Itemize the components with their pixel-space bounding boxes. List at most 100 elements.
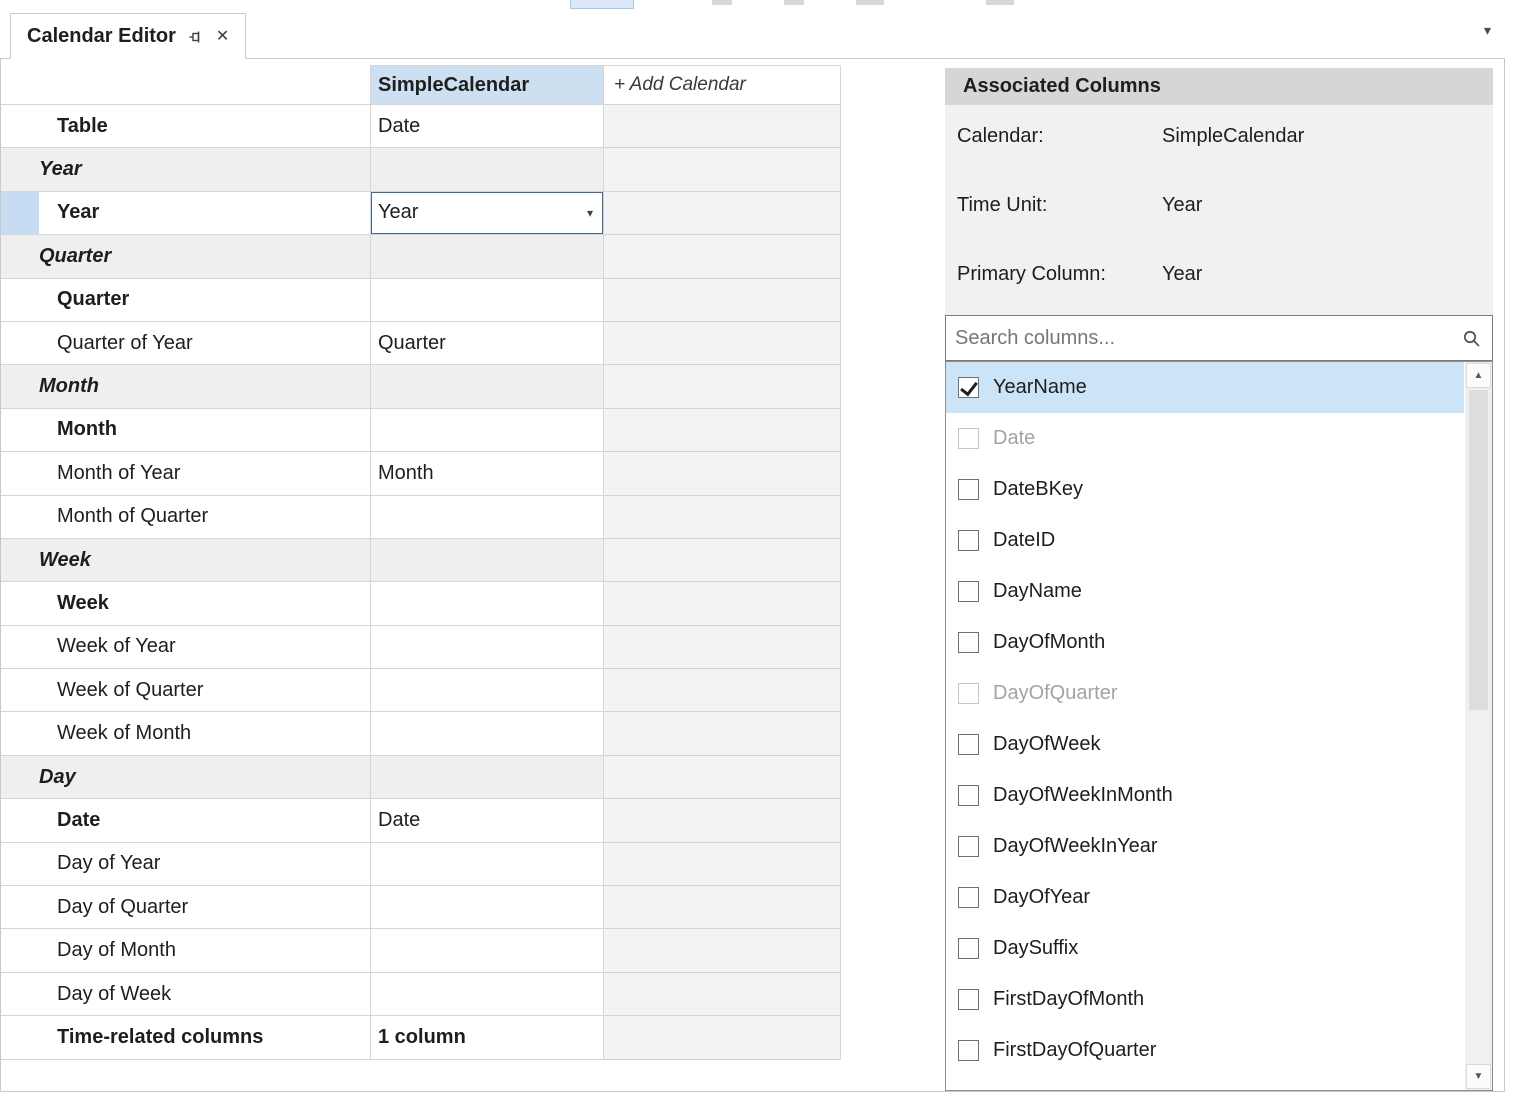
grid-row-year[interactable]: YearYear▾ xyxy=(1,192,842,235)
row-label-cell[interactable]: Week of Quarter xyxy=(1,669,371,712)
grid-row-month[interactable]: Month xyxy=(1,409,842,452)
row-label-cell[interactable]: Time-related columns xyxy=(1,1016,371,1059)
add-calendar-button[interactable]: + Add Calendar xyxy=(604,65,841,105)
grid-row-quarter-section[interactable]: Quarter xyxy=(1,235,842,278)
column-item-date[interactable]: Date xyxy=(946,413,1464,464)
row-label-cell[interactable]: Week xyxy=(1,582,371,625)
window-dropdown-icon[interactable]: ▾ xyxy=(1484,22,1491,39)
column-item-dayofweek[interactable]: DayOfWeek xyxy=(946,719,1464,770)
row-value-cell[interactable]: Date xyxy=(371,105,604,148)
grid-row-year-section[interactable]: Year xyxy=(1,148,842,191)
row-label-cell[interactable]: Day of Month xyxy=(1,929,371,972)
row-value-cell[interactable] xyxy=(371,539,604,582)
row-value-cell[interactable] xyxy=(371,148,604,191)
checkbox-icon[interactable] xyxy=(958,785,979,806)
grid-row-time-related-columns[interactable]: Time-related columns1 column xyxy=(1,1016,842,1059)
scroll-down-icon[interactable]: ▼ xyxy=(1466,1064,1491,1089)
checkbox-icon[interactable] xyxy=(958,938,979,959)
grid-row-month-section[interactable]: Month xyxy=(1,365,842,408)
scrollbar-thumb[interactable] xyxy=(1469,390,1488,710)
checkbox-icon[interactable] xyxy=(958,989,979,1010)
row-label-cell[interactable]: Week xyxy=(1,539,371,582)
scrollbar[interactable]: ▲ ▼ xyxy=(1465,362,1492,1090)
row-value-cell[interactable] xyxy=(371,973,604,1016)
row-value-cell[interactable]: Date xyxy=(371,799,604,842)
column-dropdown[interactable]: Year▾ xyxy=(371,192,603,234)
row-label-cell[interactable]: Week of Month xyxy=(1,712,371,755)
grid-row-day-of-week[interactable]: Day of Week xyxy=(1,973,842,1016)
row-label-cell[interactable]: Quarter xyxy=(1,279,371,322)
grid-row-quarter-of-year[interactable]: Quarter of YearQuarter xyxy=(1,322,842,365)
row-label-cell[interactable]: Quarter xyxy=(1,235,371,278)
pin-icon[interactable] xyxy=(188,29,204,45)
grid-row-day-of-month[interactable]: Day of Month xyxy=(1,929,842,972)
grid-row-week-of-month[interactable]: Week of Month xyxy=(1,712,842,755)
column-item-dayname[interactable]: DayName xyxy=(946,566,1464,617)
row-value-cell[interactable]: 1 column xyxy=(371,1016,604,1059)
checkbox-icon[interactable] xyxy=(958,683,979,704)
row-label-cell[interactable]: Year xyxy=(1,148,371,191)
row-label-cell[interactable]: Month of Year xyxy=(1,452,371,495)
row-label-cell[interactable]: Month xyxy=(1,409,371,452)
checkbox-icon[interactable] xyxy=(958,632,979,653)
grid-row-day-section[interactable]: Day xyxy=(1,756,842,799)
row-value-cell[interactable] xyxy=(371,496,604,539)
checkbox-icon[interactable] xyxy=(958,530,979,551)
grid-row-month-of-year[interactable]: Month of YearMonth xyxy=(1,452,842,495)
column-item-dayofweekinyear[interactable]: DayOfWeekInYear xyxy=(946,821,1464,872)
grid-row-day-of-year[interactable]: Day of Year xyxy=(1,843,842,886)
close-icon[interactable]: ✕ xyxy=(216,29,229,45)
row-label-cell[interactable]: Day of Year xyxy=(1,843,371,886)
row-value-cell[interactable]: Month xyxy=(371,452,604,495)
row-value-cell[interactable] xyxy=(371,843,604,886)
checkbox-icon[interactable] xyxy=(958,836,979,857)
grid-row-day-of-quarter[interactable]: Day of Quarter xyxy=(1,886,842,929)
checkbox-icon[interactable] xyxy=(958,428,979,449)
checkbox-icon[interactable] xyxy=(958,734,979,755)
checkbox-icon[interactable] xyxy=(958,377,979,398)
row-label-cell[interactable]: Date xyxy=(1,799,371,842)
row-value-cell[interactable] xyxy=(371,626,604,669)
row-label-cell[interactable]: Month of Quarter xyxy=(1,496,371,539)
grid-row-week-of-quarter[interactable]: Week of Quarter xyxy=(1,669,842,712)
column-item-dayofyear[interactable]: DayOfYear xyxy=(946,872,1464,923)
checkbox-icon[interactable] xyxy=(958,581,979,602)
row-label-cell[interactable]: Day of Quarter xyxy=(1,886,371,929)
grid-row-date[interactable]: DateDate xyxy=(1,799,842,842)
column-item-datebkey[interactable]: DateBKey xyxy=(946,464,1464,515)
row-value-cell[interactable] xyxy=(371,582,604,625)
scroll-up-icon[interactable]: ▲ xyxy=(1466,363,1491,388)
column-item-firstdayofquarter[interactable]: FirstDayOfQuarter xyxy=(946,1025,1464,1076)
row-value-cell[interactable] xyxy=(371,409,604,452)
row-label-cell[interactable]: Week of Year xyxy=(1,626,371,669)
grid-row-month-of-quarter[interactable]: Month of Quarter xyxy=(1,496,842,539)
grid-row-table[interactable]: TableDate xyxy=(1,105,842,148)
grid-row-week[interactable]: Week xyxy=(1,582,842,625)
column-item-yearname[interactable]: YearName xyxy=(946,362,1464,413)
row-value-cell[interactable] xyxy=(371,712,604,755)
row-value-cell[interactable] xyxy=(371,669,604,712)
checkbox-icon[interactable] xyxy=(958,479,979,500)
row-value-cell[interactable] xyxy=(371,886,604,929)
column-item-dayofmonth[interactable]: DayOfMonth xyxy=(946,617,1464,668)
row-label-cell[interactable]: Table xyxy=(1,105,371,148)
column-item-dayofweekinmonth[interactable]: DayOfWeekInMonth xyxy=(946,770,1464,821)
row-value-cell[interactable] xyxy=(371,279,604,322)
column-item-dateid[interactable]: DateID xyxy=(946,515,1464,566)
column-item-firstdayofweek[interactable]: FirstDayOfWeek xyxy=(946,1076,1464,1091)
row-value-cell[interactable] xyxy=(371,756,604,799)
checkbox-icon[interactable] xyxy=(958,1040,979,1061)
row-value-cell[interactable] xyxy=(371,235,604,278)
grid-row-week-of-year[interactable]: Week of Year xyxy=(1,626,842,669)
row-label-cell[interactable]: Year xyxy=(1,192,371,235)
column-item-firstdayofmonth[interactable]: FirstDayOfMonth xyxy=(946,974,1464,1025)
checkbox-icon[interactable] xyxy=(958,887,979,908)
row-value-cell[interactable] xyxy=(371,365,604,408)
calendar-column-header[interactable]: SimpleCalendar xyxy=(371,65,604,105)
search-input[interactable] xyxy=(946,316,1450,360)
row-value-cell[interactable]: Quarter xyxy=(371,322,604,365)
row-value-cell[interactable] xyxy=(371,929,604,972)
column-item-daysuffix[interactable]: DaySuffix xyxy=(946,923,1464,974)
grid-row-quarter[interactable]: Quarter xyxy=(1,279,842,322)
row-value-cell[interactable]: Year▾ xyxy=(371,192,604,235)
